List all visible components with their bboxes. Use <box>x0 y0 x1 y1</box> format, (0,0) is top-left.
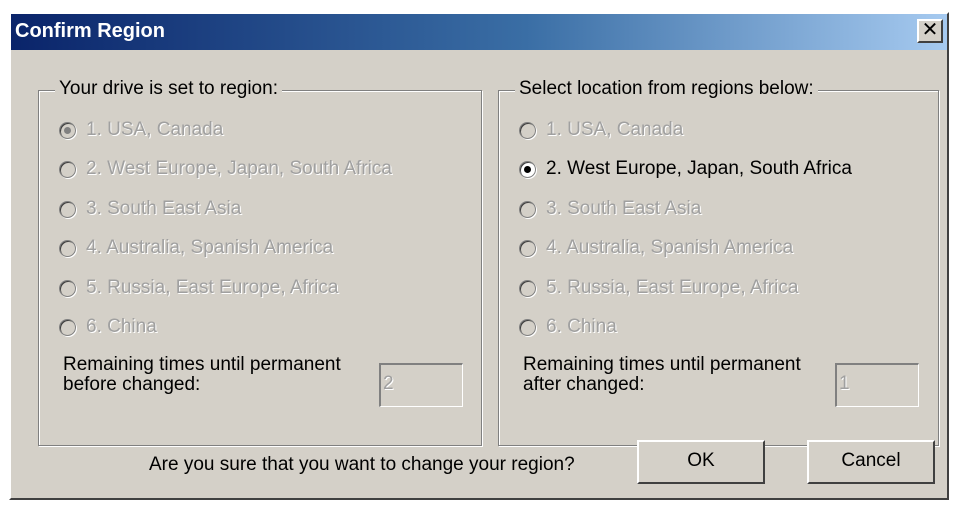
current-region-radio-1: 1. USA, Canada <box>59 119 223 141</box>
radio-circle <box>519 239 536 257</box>
radio-circle <box>59 239 76 257</box>
remaining-after-label: Remaining times until permanent after ch… <box>523 355 828 395</box>
current-region-radio-5: 5. Russia, East Europe, Africa <box>59 277 338 299</box>
select-region-radio-2[interactable]: 2. West Europe, Japan, South Africa <box>519 158 852 180</box>
radio-label: 5. Russia, East Europe, Africa <box>546 277 799 298</box>
radio-label: 1. USA, Canada <box>86 119 224 140</box>
radio-label: 2. West Europe, Japan, South Africa <box>86 158 392 179</box>
radio-label: 6. China <box>86 316 157 337</box>
dialog-title: Confirm Region <box>15 20 165 42</box>
select-region-radio-3: 3. South East Asia <box>519 198 701 220</box>
ok-button[interactable]: OK <box>637 440 765 484</box>
radio-circle <box>519 200 536 218</box>
radio-circle <box>59 279 76 297</box>
confirm-question: Are you sure that you want to change you… <box>149 454 575 475</box>
radio-circle[interactable] <box>519 160 536 178</box>
current-region-radio-3: 3. South East Asia <box>59 198 241 220</box>
current-region-radio-6: 6. China <box>59 316 157 338</box>
remaining-after-label-line2: after changed: <box>523 374 645 395</box>
close-button[interactable]: ✕ <box>917 19 943 43</box>
close-icon: ✕ <box>921 19 939 41</box>
radio-selected-dot <box>64 126 71 134</box>
title-bar[interactable]: Confirm Region ✕ <box>11 14 947 50</box>
radio-selected-dot <box>524 165 531 173</box>
current-region-radio-4: 4. Australia, Spanish America <box>59 237 333 259</box>
radio-label: 3. South East Asia <box>546 198 702 219</box>
select-region-radio-1: 1. USA, Canada <box>519 119 683 141</box>
radio-label: 4. Australia, Spanish America <box>546 237 794 258</box>
current-region-group: Your drive is set to region: 1. USA, Can… <box>38 78 482 446</box>
remaining-before-label-line1: Remaining times until permanent <box>63 354 341 375</box>
radio-label: 4. Australia, Spanish America <box>86 237 334 258</box>
radio-circle <box>59 318 76 336</box>
radio-label: 3. South East Asia <box>86 198 242 219</box>
select-region-radio-6: 6. China <box>519 316 617 338</box>
select-region-radio-4: 4. Australia, Spanish America <box>519 237 793 259</box>
remaining-after-field: 1 <box>835 363 919 407</box>
remaining-after-label-line1: Remaining times until permanent <box>523 354 801 375</box>
radio-circle <box>59 160 76 178</box>
select-region-radio-5: 5. Russia, East Europe, Africa <box>519 277 798 299</box>
radio-circle <box>519 279 536 297</box>
radio-label: 1. USA, Canada <box>546 119 684 140</box>
confirm-region-dialog: Confirm Region ✕ Your drive is set to re… <box>9 12 949 500</box>
select-region-group: Select location from regions below: 1. U… <box>498 78 939 446</box>
current-region-radio-2: 2. West Europe, Japan, South Africa <box>59 158 392 180</box>
current-region-group-title: Your drive is set to region: <box>55 78 282 100</box>
select-region-group-title: Select location from regions below: <box>515 78 818 100</box>
radio-circle <box>59 200 76 218</box>
remaining-before-label-line2: before changed: <box>63 374 201 395</box>
radio-label: 5. Russia, East Europe, Africa <box>86 277 339 298</box>
cancel-button[interactable]: Cancel <box>807 440 935 484</box>
radio-label: 6. China <box>546 316 617 337</box>
radio-circle <box>59 121 76 139</box>
remaining-before-field: 2 <box>379 363 463 407</box>
radio-circle <box>519 121 536 139</box>
remaining-before-label: Remaining times until permanent before c… <box>63 355 368 395</box>
radio-circle <box>519 318 536 336</box>
radio-label[interactable]: 2. West Europe, Japan, South Africa <box>546 158 852 180</box>
